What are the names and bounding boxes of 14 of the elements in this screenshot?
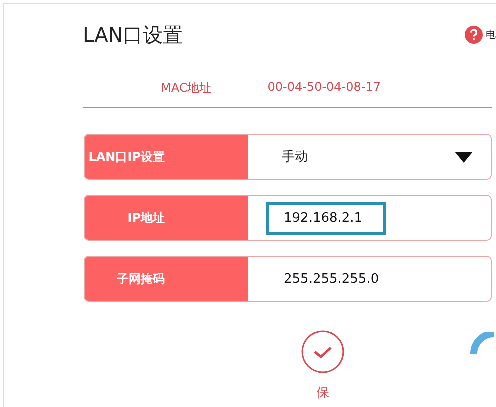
help-caption: 电 [486, 28, 496, 42]
mac-label: MAC地址 [161, 80, 212, 97]
field-label: 子网掩码 [85, 257, 248, 301]
input-field[interactable]: 255.255.255.0 [266, 262, 398, 296]
ip-mode-dropdown[interactable]: 手动 [248, 135, 491, 179]
caret-icon [455, 152, 473, 162]
mac-value: 00-04-50-04-08-17 [268, 80, 382, 96]
save-icon[interactable] [301, 330, 345, 374]
field-label: LAN口IP设置 [85, 135, 248, 179]
input-field[interactable]: 192.168.2.1 [266, 202, 386, 234]
page-title: LAN口设置 [83, 22, 184, 48]
help-icon[interactable] [465, 26, 483, 44]
field-label: IP地址 [85, 196, 248, 240]
save-label[interactable]: 保 [316, 384, 330, 402]
